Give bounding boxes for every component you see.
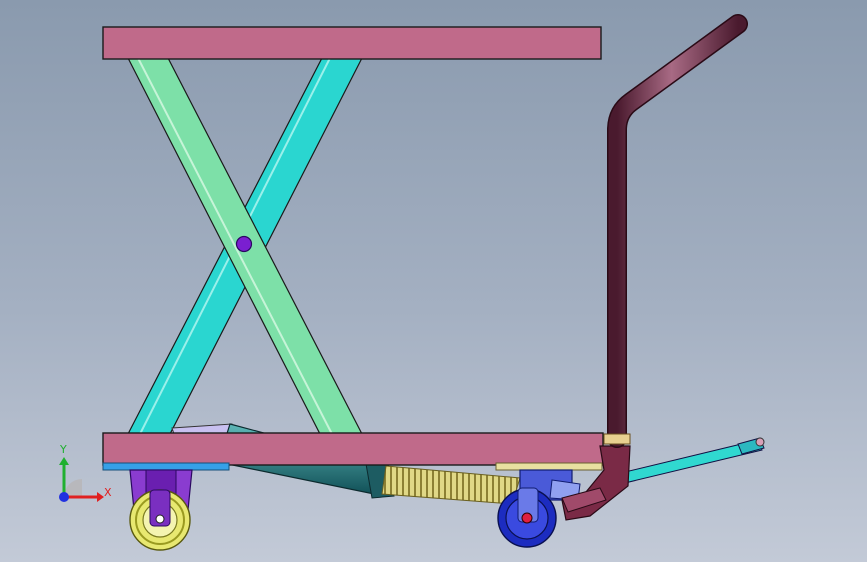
scissor-lift-model[interactable] bbox=[0, 0, 867, 562]
axis-triad bbox=[59, 457, 104, 502]
base-frame[interactable] bbox=[102, 432, 604, 471]
return-spring bbox=[381, 465, 521, 505]
scissor-pivot-pin bbox=[235, 235, 253, 253]
cad-viewport[interactable]: Y X bbox=[0, 0, 867, 562]
axis-y-label: Y bbox=[60, 443, 67, 456]
axis-x-label: X bbox=[104, 486, 112, 499]
top-platform[interactable] bbox=[102, 26, 602, 60]
push-handle[interactable] bbox=[603, 14, 748, 448]
front-caster bbox=[129, 469, 193, 551]
